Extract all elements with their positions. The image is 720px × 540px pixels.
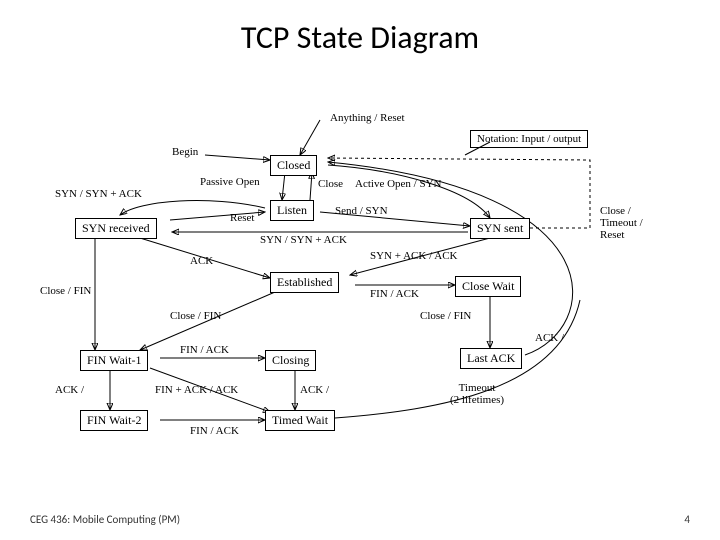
- footer-page-number: 4: [684, 513, 690, 526]
- label-close-timeout-reset: Close / Timeout / Reset: [600, 205, 643, 241]
- state-established: Established: [270, 272, 339, 293]
- label-passive-open: Passive Open: [200, 176, 260, 188]
- label-close-fin-estab: Close / FIN: [170, 310, 221, 322]
- label-close: Close: [318, 178, 343, 190]
- state-fin-wait-1: FIN Wait-1: [80, 350, 148, 371]
- notation-box: Notation: Input / output: [470, 130, 588, 148]
- state-listen: Listen: [270, 200, 314, 221]
- label-timeout-2life: Timeout (2 lifetimes): [450, 382, 504, 406]
- state-closed: Closed: [270, 155, 317, 176]
- label-ack-lastack: ACK /: [535, 332, 564, 344]
- state-diagram: Closed Listen SYN received SYN sent Esta…: [60, 100, 660, 480]
- state-timed-wait: Timed Wait: [265, 410, 335, 431]
- label-ack-fw1: ACK /: [55, 384, 84, 396]
- label-syn-syn-ack2: SYN / SYN + ACK: [260, 234, 347, 246]
- label-send-syn: Send / SYN: [335, 205, 388, 217]
- label-ack-closing: ACK /: [300, 384, 329, 396]
- state-closing: Closing: [265, 350, 316, 371]
- label-syn-ack-ack: SYN + ACK / ACK: [370, 250, 458, 262]
- state-syn-sent: SYN sent: [470, 218, 530, 239]
- diagram-arrows: [60, 100, 660, 480]
- label-begin: Begin: [172, 146, 198, 158]
- label-fin-ack-fw2: FIN / ACK: [190, 425, 239, 437]
- label-reset: Reset: [230, 212, 254, 224]
- label-active-open-syn: Active Open / SYN: [355, 178, 441, 190]
- footer-course: CEG 436: Mobile Computing (PM): [30, 513, 180, 526]
- label-close-fin-cw: Close / FIN: [420, 310, 471, 322]
- state-close-wait: Close Wait: [455, 276, 521, 297]
- label-finack-ack: FIN + ACK / ACK: [155, 384, 238, 396]
- label-fin-ack-estab: FIN / ACK: [370, 288, 419, 300]
- state-last-ack: Last ACK: [460, 348, 522, 369]
- label-close-fin-left: Close / FIN: [40, 285, 91, 297]
- state-syn-received: SYN received: [75, 218, 157, 239]
- label-fin-ack-fw1: FIN / ACK: [180, 344, 229, 356]
- label-anything-reset: Anything / Reset: [330, 112, 405, 124]
- state-fin-wait-2: FIN Wait-2: [80, 410, 148, 431]
- label-syn-syn-ack: SYN / SYN + ACK: [55, 188, 142, 200]
- label-ack: ACK: [190, 255, 213, 267]
- slide-title: TCP State Diagram: [0, 18, 720, 57]
